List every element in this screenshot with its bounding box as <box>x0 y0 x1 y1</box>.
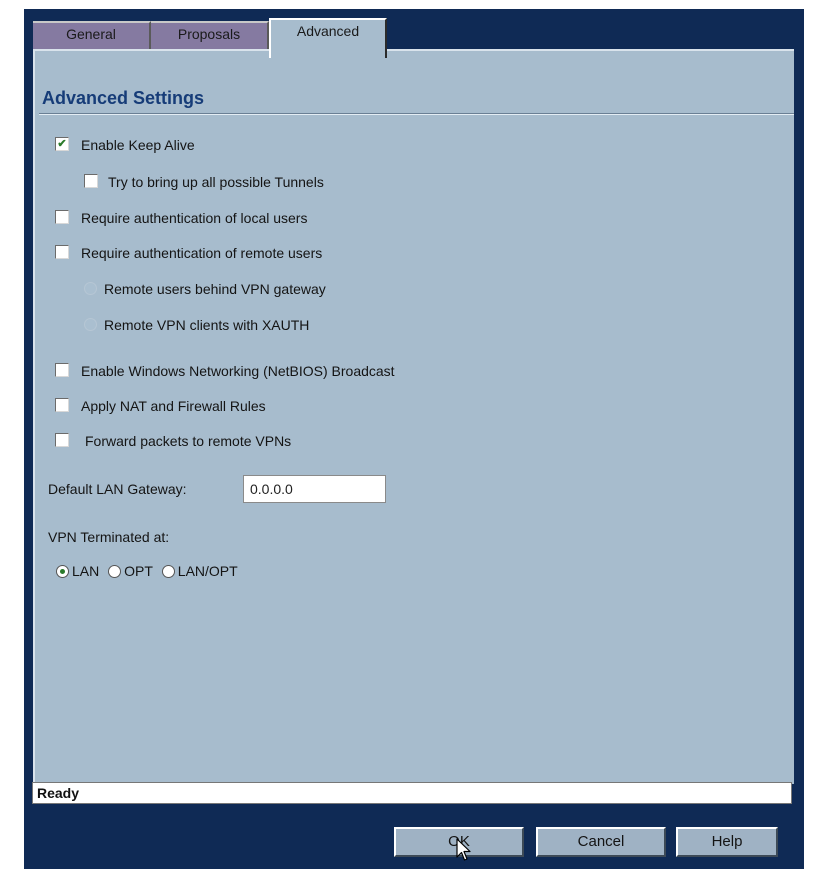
keep-alive-label: Enable Keep Alive <box>81 137 195 153</box>
remote-xauth-label: Remote VPN clients with XAUTH <box>104 317 310 333</box>
bring-up-tunnels-checkbox[interactable] <box>84 174 98 188</box>
vpn-terminated-label: VPN Terminated at: <box>48 529 170 545</box>
help-button[interactable]: Help <box>676 827 778 857</box>
status-bar: Ready <box>32 782 792 804</box>
cancel-button[interactable]: Cancel <box>536 827 666 857</box>
vpn-terminated-opt-label: OPT <box>124 563 153 579</box>
tab-advanced[interactable]: Advanced <box>269 18 387 58</box>
mouse-pointer-icon <box>456 838 471 861</box>
forward-packets-checkbox[interactable] <box>55 433 69 447</box>
auth-remote-checkbox[interactable] <box>55 245 69 259</box>
advanced-settings-window: General Proposals Advanced Advanced Sett… <box>24 9 804 869</box>
netbios-checkbox[interactable] <box>55 363 69 377</box>
vpn-terminated-options: LAN OPT LAN/OPT <box>56 563 243 579</box>
default-gateway-label: Default LAN Gateway: <box>48 481 187 497</box>
nat-rules-checkbox[interactable] <box>55 398 69 412</box>
auth-local-label: Require authentication of local users <box>81 210 308 226</box>
section-title: Advanced Settings <box>42 88 205 108</box>
keep-alive-checkbox[interactable]: ✔ <box>55 137 69 151</box>
vpn-terminated-lanopt-radio[interactable] <box>161 565 175 578</box>
vpn-terminated-lan-radio[interactable] <box>56 565 69 578</box>
auth-local-checkbox[interactable] <box>55 210 69 224</box>
vpn-terminated-opt-radio[interactable] <box>108 565 122 578</box>
netbios-label: Enable Windows Networking (NetBIOS) Broa… <box>81 363 395 379</box>
remote-xauth-radio[interactable] <box>84 318 97 331</box>
section-divider <box>39 113 794 115</box>
vpn-terminated-lan-label: LAN <box>72 563 100 579</box>
vpn-terminated-lanopt-label: LAN/OPT <box>177 563 238 579</box>
forward-packets-label: Forward packets to remote VPNs <box>85 433 292 449</box>
remote-behind-gateway-label: Remote users behind VPN gateway <box>104 281 326 297</box>
default-gateway-input[interactable] <box>243 475 386 503</box>
bring-up-tunnels-label: Try to bring up all possible Tunnels <box>108 174 324 190</box>
remote-behind-gateway-radio[interactable] <box>84 282 97 295</box>
settings-panel: Advanced Settings ✔ Enable Keep Alive Tr… <box>33 49 794 784</box>
nat-rules-label: Apply NAT and Firewall Rules <box>81 398 266 414</box>
auth-remote-label: Require authentication of remote users <box>81 245 323 261</box>
